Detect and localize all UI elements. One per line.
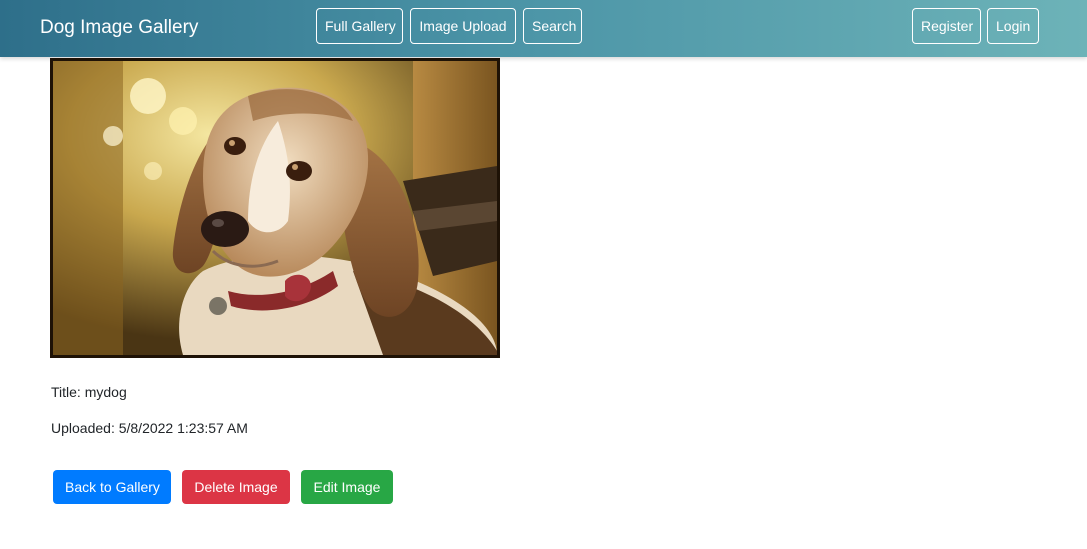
image-uploaded-text: Uploaded: 5/8/2022 1:23:57 AM	[51, 420, 248, 436]
nav-search-button[interactable]: Search	[523, 8, 582, 44]
dog-image	[50, 58, 500, 358]
navbar: Dog Image Gallery Full Gallery Image Upl…	[0, 0, 1087, 57]
nav-full-gallery-button[interactable]: Full Gallery	[316, 8, 403, 44]
edit-image-button[interactable]: Edit Image	[301, 470, 393, 504]
image-title-text: Title: mydog	[51, 384, 127, 400]
brand-title[interactable]: Dog Image Gallery	[40, 16, 198, 40]
delete-image-button[interactable]: Delete Image	[182, 470, 290, 504]
dog-photo-illustration	[53, 61, 497, 355]
nav-register-button[interactable]: Register	[912, 8, 981, 44]
nav-image-upload-button[interactable]: Image Upload	[410, 8, 516, 44]
back-to-gallery-button[interactable]: Back to Gallery	[53, 470, 171, 504]
nav-login-button[interactable]: Login	[987, 8, 1039, 44]
